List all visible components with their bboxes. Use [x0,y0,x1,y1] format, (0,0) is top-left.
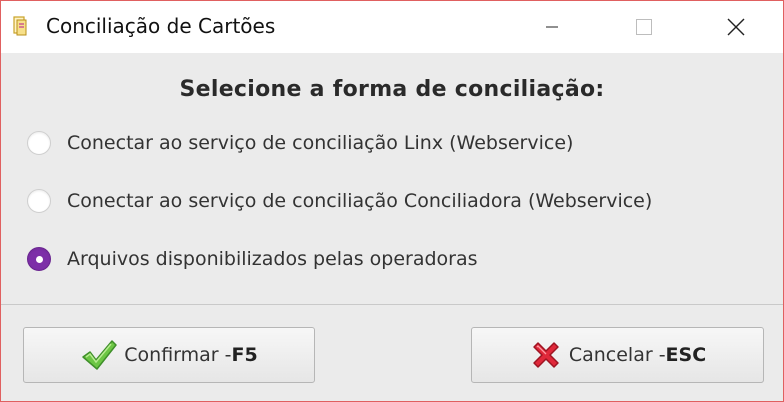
title-bar: Conciliação de Cartões [1,1,783,53]
option-linx[interactable]: Conectar ao serviço de conciliação Linx … [27,128,573,158]
maximize-icon [636,19,652,35]
close-icon [727,18,745,36]
minimize-icon [546,26,558,28]
dialog-heading: Selecione a forma de conciliação: [179,77,605,102]
dialog-window: Conciliação de Cartões Selecione a forma… [0,0,784,402]
close-button[interactable] [713,1,759,53]
checkmark-icon [80,338,118,372]
option-conciliadora-label[interactable]: Conectar ao serviço de conciliação Conci… [67,190,652,212]
confirm-shortcut: F5 [231,344,258,366]
option-conciliadora[interactable]: Conectar ao serviço de conciliação Conci… [27,186,652,216]
cancel-label: Cancelar - [568,344,666,366]
option-arquivos[interactable]: Arquivos disponibilizados pelas operador… [27,244,478,274]
window-title: Conciliação de Cartões [46,14,276,38]
option-arquivos-label[interactable]: Arquivos disponibilizados pelas operador… [67,248,478,270]
app-icon [13,16,27,36]
confirm-label: Confirmar - [124,344,232,366]
cancel-shortcut: ESC [665,344,707,366]
radio-arquivos[interactable] [27,247,51,271]
cancel-button[interactable]: Cancelar - ESC [471,327,764,383]
minimize-button[interactable] [529,1,575,53]
divider [1,304,783,305]
confirm-button[interactable]: Confirmar - F5 [23,327,315,383]
x-icon [529,338,563,372]
maximize-button[interactable] [621,1,667,53]
radio-linx[interactable] [27,131,51,155]
radio-conciliadora[interactable] [27,189,51,213]
option-linx-label[interactable]: Conectar ao serviço de conciliação Linx … [67,132,573,154]
